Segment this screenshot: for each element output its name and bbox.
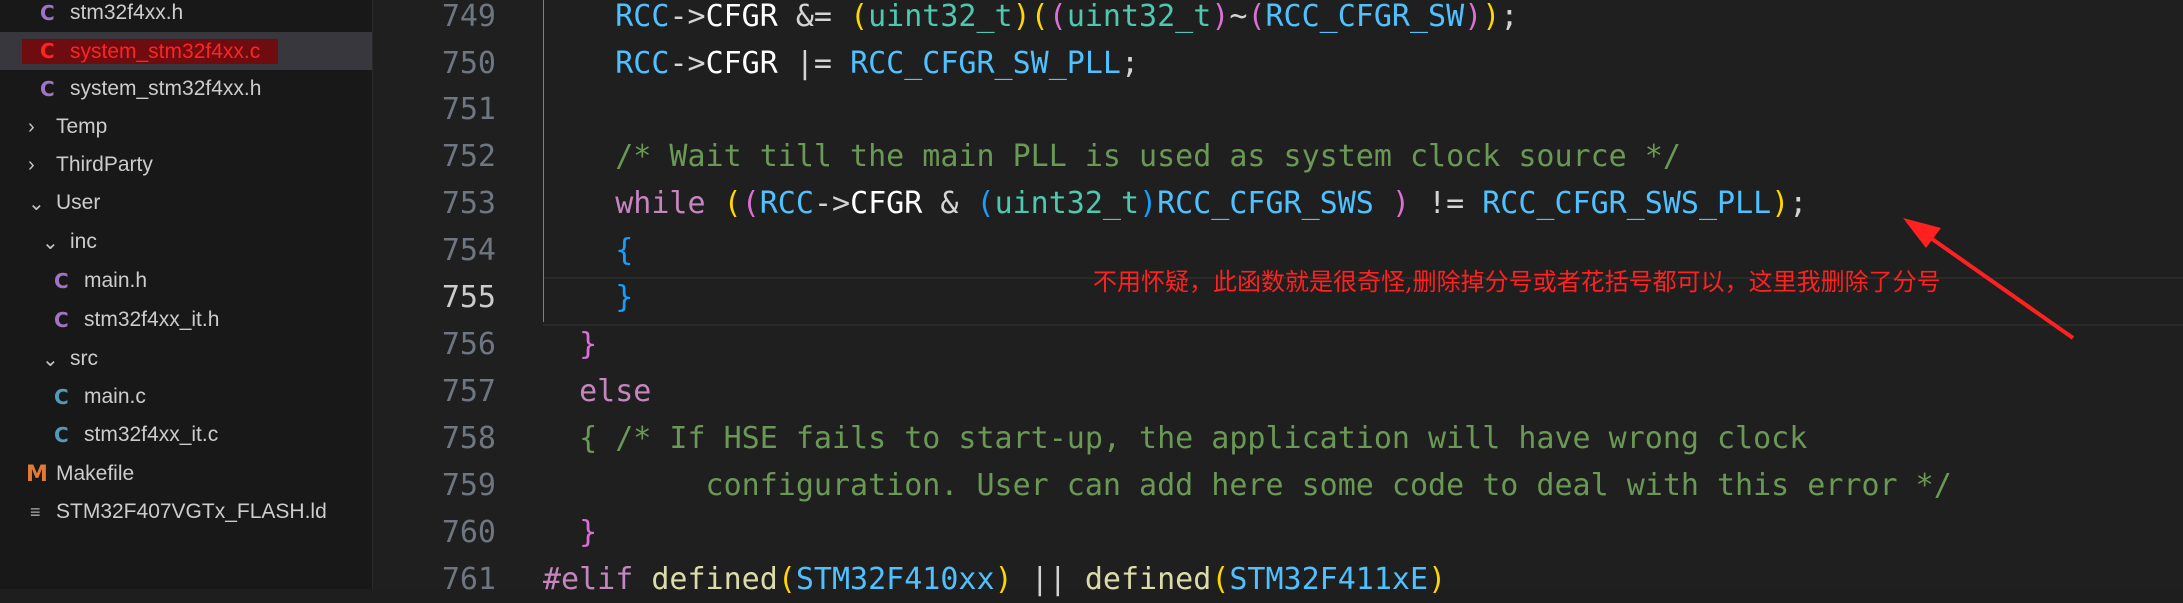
code-comment: { /* If HSE fails to start-up, the appli… xyxy=(543,421,1808,456)
tree-item-label: system_stm32f4xx.h xyxy=(70,77,262,100)
code-line: 749 RCC->CFGR &= (uint32_t)((uint32_t)~(… xyxy=(373,0,2183,40)
code-text: RCC->CFGR |= RCC_CFGR_SW_PLL; xyxy=(615,46,1140,81)
code-line: 751 xyxy=(373,86,2183,133)
code-line: 758 { /* If HSE fails to start-up, the a… xyxy=(373,415,2183,462)
tree-item-label: main.h xyxy=(84,269,148,292)
c-header-file-icon: C xyxy=(40,1,55,25)
line-number: 760 xyxy=(441,515,496,550)
c-source-file-icon: C xyxy=(40,38,55,63)
line-number: 758 xyxy=(441,421,496,456)
chevron-down-icon: ⌄ xyxy=(42,348,59,371)
code-line: 756 } xyxy=(373,321,2183,368)
tree-file-system-stm32f4xx-c[interactable]: Csystem_stm32f4xx.c xyxy=(0,32,372,70)
tree-item-label: ThirdParty xyxy=(56,153,153,176)
code-line: 761 #elif defined(STM32F410xx) || define… xyxy=(373,556,2183,603)
code-text: } xyxy=(543,515,598,550)
code-line: 757 else xyxy=(373,368,2183,415)
tree-file-system-stm32f4xx-h[interactable]: Csystem_stm32f4xx.h xyxy=(0,70,372,108)
line-number: 755 xyxy=(441,280,496,315)
code-line: 752 /* Wait till the main PLL is used as… xyxy=(373,133,2183,180)
line-number: 750 xyxy=(441,46,496,81)
code-text: { xyxy=(543,233,634,268)
c-header-file-icon: C xyxy=(54,269,69,293)
tree-item-label: Temp xyxy=(56,115,108,138)
tree-item-label: system_stm32f4xx.c xyxy=(70,39,261,63)
code-line: 753 while ((RCC->CFGR & (uint32_t)RCC_CF… xyxy=(373,180,2183,227)
code-editor[interactable]: 749 RCC->CFGR &= (uint32_t)((uint32_t)~(… xyxy=(373,0,2183,597)
tree-item-label: stm32f4xx_it.h xyxy=(84,308,220,331)
linker-file-icon: ≡ xyxy=(30,501,41,522)
line-number: 749 xyxy=(441,0,496,34)
c-header-file-icon: C xyxy=(54,308,69,332)
tree-item-label: Makefile xyxy=(56,462,135,485)
tree-folder-user[interactable]: ⌄ User xyxy=(0,184,372,222)
tree-folder-thirdparty[interactable]: › ThirdParty xyxy=(0,146,372,184)
line-number: 752 xyxy=(441,139,496,174)
explorer-sidebar: Cstm32f4xx.h Csystem_stm32f4xx.c Csystem… xyxy=(0,0,373,589)
code-line: 759 configuration. User can add here som… xyxy=(373,462,2183,509)
tree-file-makefile[interactable]: M Makefile xyxy=(0,455,372,493)
chevron-down-icon: ⌄ xyxy=(28,192,45,215)
tree-file-main-h[interactable]: Cmain.h xyxy=(0,262,372,300)
tree-folder-src[interactable]: ⌄ src xyxy=(0,340,372,378)
code-text: RCC->CFGR &= (uint32_t)((uint32_t)~(RCC_… xyxy=(615,0,1519,34)
line-number: 756 xyxy=(441,327,496,362)
c-source-file-icon: C xyxy=(54,385,69,409)
chevron-down-icon: ⌄ xyxy=(42,231,59,254)
code-line: 750 RCC->CFGR |= RCC_CFGR_SW_PLL; xyxy=(373,40,2183,87)
code-comment: /* Wait till the main PLL is used as sys… xyxy=(543,139,1681,174)
code-line: 760 } xyxy=(373,509,2183,556)
code-comment: configuration. User can add here some co… xyxy=(543,468,1952,503)
code-text: else xyxy=(543,374,652,409)
tree-folder-inc[interactable]: ⌄ inc xyxy=(0,223,372,261)
chevron-right-icon: › xyxy=(28,153,35,176)
tree-file-stm32f4xx-h[interactable]: Cstm32f4xx.h xyxy=(0,0,372,32)
line-number: 754 xyxy=(441,233,496,268)
tree-file-stm32f4xx-it-h[interactable]: Cstm32f4xx_it.h xyxy=(0,301,372,339)
code-text: } xyxy=(543,280,634,315)
c-header-file-icon: C xyxy=(40,77,55,101)
annotation-note: 不用怀疑，此函数就是很奇怪,删除掉分号或者花括号都可以，这里我删除了分号 xyxy=(1093,268,1941,296)
line-number: 751 xyxy=(441,92,496,127)
line-number: 759 xyxy=(441,468,496,503)
tree-folder-temp[interactable]: › Temp xyxy=(0,108,372,146)
code-text: #elif defined(STM32F410xx) || defined(ST… xyxy=(543,562,1447,597)
chevron-right-icon: › xyxy=(28,115,35,138)
code-text: } xyxy=(543,327,598,362)
tree-file-stm32f4xx-it-c[interactable]: Cstm32f4xx_it.c xyxy=(0,416,372,454)
c-source-file-icon: C xyxy=(54,423,69,447)
tree-file-linker-script[interactable]: ≡ STM32F407VGTx_FLASH.ld xyxy=(0,493,372,531)
tree-item-label: STM32F407VGTx_FLASH.ld xyxy=(56,500,327,523)
line-number: 753 xyxy=(441,186,496,221)
tree-file-main-c[interactable]: Cmain.c xyxy=(0,378,372,416)
tree-item-label: src xyxy=(70,347,98,370)
tree-item-label: main.c xyxy=(84,385,146,408)
line-number: 761 xyxy=(441,562,496,597)
tree-item-label: User xyxy=(56,191,101,214)
tree-item-label: inc xyxy=(70,230,97,253)
tree-item-label: stm32f4xx.h xyxy=(70,1,184,24)
code-text: while ((RCC->CFGR & (uint32_t)RCC_CFGR_S… xyxy=(615,186,1808,221)
tree-item-label: stm32f4xx_it.c xyxy=(84,423,219,446)
makefile-icon: M xyxy=(26,461,48,487)
highlighted-label: Csystem_stm32f4xx.c xyxy=(22,38,279,64)
line-number: 757 xyxy=(441,374,496,409)
